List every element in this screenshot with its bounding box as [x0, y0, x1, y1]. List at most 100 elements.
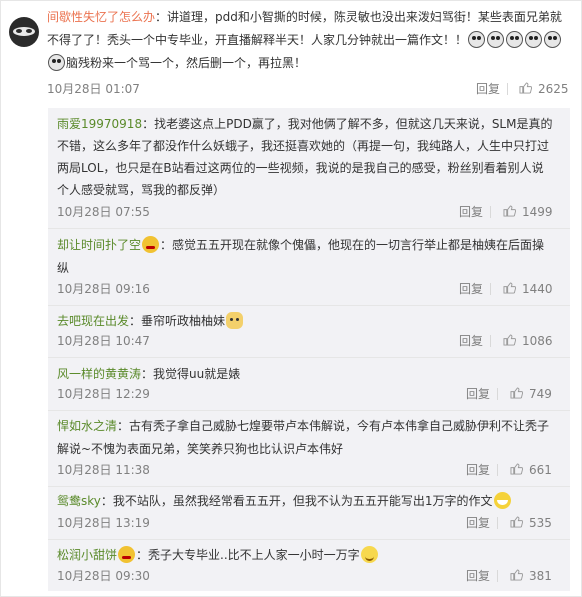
- like-button[interactable]: 749: [510, 384, 552, 404]
- reply-text: 松润小甜饼 ：秃子大专毕业..比不上人家一小时一万字: [57, 544, 565, 566]
- reply-content: ：我不站队，虽然我经常看五五开，但我不认为五五开能写出1万字的作文: [100, 494, 493, 508]
- reply-divider: [48, 486, 570, 487]
- reply-username[interactable]: 去吧现在出发: [57, 314, 129, 328]
- like-button[interactable]: 1440: [503, 279, 553, 299]
- reply-divider: [48, 228, 570, 229]
- reply-content: ：我觉得uu就是婊: [141, 367, 241, 381]
- reply-divider: [48, 305, 570, 306]
- main-like-button[interactable]: 2625: [519, 79, 569, 99]
- reply-text: 纵: [57, 257, 565, 279]
- divider: [507, 83, 508, 95]
- thumbs-up-icon: [519, 82, 532, 94]
- reply-divider: [48, 539, 570, 540]
- reply-divider: [48, 357, 570, 358]
- thumbs-up-icon: [503, 205, 516, 217]
- main-comment-text: ：讲道理，pdd和小智撕的时候，陈灵敏也没出来泼妇骂街！某些表面兄弟就: [155, 10, 562, 24]
- reply-time: 10月28日 13:19: [57, 516, 150, 530]
- thumbs-up-icon: [503, 282, 516, 294]
- reply-button[interactable]: 回复: [466, 460, 490, 480]
- reply-text: 解说~不愧为表面兄弟，笑笑养只狗也比认识卢本伟好: [57, 438, 565, 460]
- thumbs-up-icon: [510, 387, 523, 399]
- reply-text: 个人感受就骂，骂我的都反弹）: [57, 179, 565, 201]
- reply-button[interactable]: 回复: [466, 513, 490, 533]
- divider: [490, 335, 491, 347]
- reply-username[interactable]: 却让时间扑了空: [57, 238, 141, 252]
- reply-time: 10月28日 10:47: [57, 334, 150, 348]
- divider: [497, 464, 498, 476]
- like-count: 381: [529, 569, 552, 583]
- reply-time: 10月28日 07:55: [57, 205, 150, 219]
- reply-text: 去吧现在出发：垂帘听政柚柚妹: [57, 310, 565, 332]
- reply-text: 两局LOL，也只是在B站看过这两位的一些视频，我说的是我自己的感受，粉丝别看着别…: [57, 157, 565, 179]
- like-button[interactable]: 1499: [503, 202, 553, 222]
- thumbs-up-icon: [510, 569, 523, 581]
- reply-username[interactable]: 松润小甜饼: [57, 548, 117, 562]
- like-button[interactable]: 661: [510, 460, 552, 480]
- reply-text: 风一样的黄黄涛：我觉得uu就是婊: [57, 363, 565, 385]
- like-button[interactable]: 1086: [503, 331, 553, 351]
- divider: [497, 517, 498, 529]
- main-comment-line-2: 不得了了！秃头一个中专毕业，开直播解释半天！人家几分钟就出一篇作文！！: [47, 29, 567, 51]
- reply-text: 雨爱19970918：找老婆这点上PDD赢了，我对他俩了解不多，但就这几天来说，…: [57, 113, 565, 135]
- divider: [497, 570, 498, 582]
- reply-content: ：找老婆这点上PDD赢了，我对他俩了解不多，但就这几天来说，SLM是真的: [142, 117, 553, 131]
- reply-content: 不错，这么多年了都没作什么妖蛾子，我还挺喜欢她的（再提一句，我纯路人，人生中只打…: [57, 139, 550, 153]
- reply-content: 解说~不愧为表面兄弟，笑笑养只狗也比认识卢本伟好: [57, 442, 344, 456]
- doge-emoji-icon: [487, 31, 505, 48]
- divider: [490, 206, 491, 218]
- reply-content: 个人感受就骂，骂我的都反弹）: [57, 183, 226, 197]
- reply-divider: [48, 410, 570, 411]
- reply-username[interactable]: 鸳鸯sky: [57, 494, 101, 508]
- doge-emoji-icon: [525, 31, 543, 48]
- main-comment-line-3: 脑残粉来一个骂一个，然后删一个，再拉黑！: [47, 52, 567, 74]
- angry-emoji-icon: [118, 546, 136, 563]
- reply-text: 却让时间扑了空 ：感觉五五开现在就像个傀儡，他现在的一切言行举止都是柚姨在后面操: [57, 234, 565, 256]
- reply-content: ：秃子大专毕业..比不上人家一小时一万字: [136, 548, 360, 562]
- like-count: 1440: [522, 282, 553, 296]
- like-count: 1499: [522, 205, 553, 219]
- main-reply-button[interactable]: 回复: [476, 79, 500, 99]
- thumbs-up-icon: [510, 463, 523, 475]
- reply-time: 10月28日 11:38: [57, 463, 150, 477]
- like-count: 749: [529, 387, 552, 401]
- reply-time: 10月28日 09:30: [57, 569, 150, 583]
- doge-emoji-icon: [48, 54, 65, 71]
- reply-text: 悍如水之清：古有秃子拿自己威胁七煌要带卢本伟解说，今有卢本伟拿自己威胁伊利不让秃…: [57, 415, 565, 437]
- thumbs-up-icon: [510, 516, 523, 528]
- reply-content: ：古有秃子拿自己威胁七煌要带卢本伟解说，今有卢本伟拿自己威胁伊利不让秃子: [117, 419, 550, 433]
- reply-time: 10月28日 12:29: [57, 387, 150, 401]
- reply-username[interactable]: 雨爱19970918: [57, 117, 142, 131]
- reply-username[interactable]: 悍如水之清: [57, 419, 117, 433]
- reply-button[interactable]: 回复: [459, 331, 483, 351]
- reply-content: 纵: [57, 261, 70, 275]
- main-comment-time: 10月28日 01:07: [47, 82, 140, 96]
- laugh-emoji-icon: [493, 492, 511, 509]
- divider: [497, 388, 498, 400]
- main-comment-text: 不得了了！秃头一个中专毕业，开直播解释半天！人家几分钟就出一篇作文！！: [47, 33, 468, 47]
- reply-text: 不错，这么多年了都没作什么妖蛾子，我还挺喜欢她的（再提一句，我纯路人，人生中只打…: [57, 135, 565, 157]
- reply-text: 鸳鸯sky：我不站队，虽然我经常看五五开，但我不认为五五开能写出1万字的作文: [57, 490, 565, 512]
- like-count: 1086: [522, 334, 553, 348]
- divider: [490, 283, 491, 295]
- reply-button[interactable]: 回复: [459, 202, 483, 222]
- reply-time: 10月28日 09:16: [57, 282, 150, 296]
- main-username[interactable]: 间歇性失忆了怎么办: [47, 10, 155, 24]
- reply-content: ：感觉五五开现在就像个傀儡，他现在的一切言行举止都是柚姨在后面操: [160, 238, 545, 252]
- avatar[interactable]: [9, 17, 39, 47]
- doge-emoji-icon: [544, 31, 562, 48]
- main-like-count: 2625: [538, 82, 569, 96]
- main-comment-text: 脑残粉来一个骂一个，然后删一个，再拉黑！: [66, 56, 307, 70]
- reply-username[interactable]: 风一样的黄黄涛: [57, 367, 141, 381]
- reply-button[interactable]: 回复: [459, 279, 483, 299]
- smile-emoji-icon: [360, 546, 378, 563]
- reply-content: ：垂帘听政柚柚妹: [129, 314, 226, 328]
- doge-emoji-icon: [468, 31, 486, 48]
- doge-emoji-icon: [506, 31, 524, 48]
- like-button[interactable]: 535: [510, 513, 552, 533]
- like-button[interactable]: 381: [510, 566, 552, 586]
- like-count: 535: [529, 516, 552, 530]
- reply-button[interactable]: 回复: [466, 566, 490, 586]
- reply-button[interactable]: 回复: [466, 384, 490, 404]
- main-comment-line-1: 间歇性失忆了怎么办：讲道理，pdd和小智撕的时候，陈灵敏也没出来泼妇骂街！某些表…: [47, 6, 567, 28]
- angry-emoji-icon: [142, 236, 160, 253]
